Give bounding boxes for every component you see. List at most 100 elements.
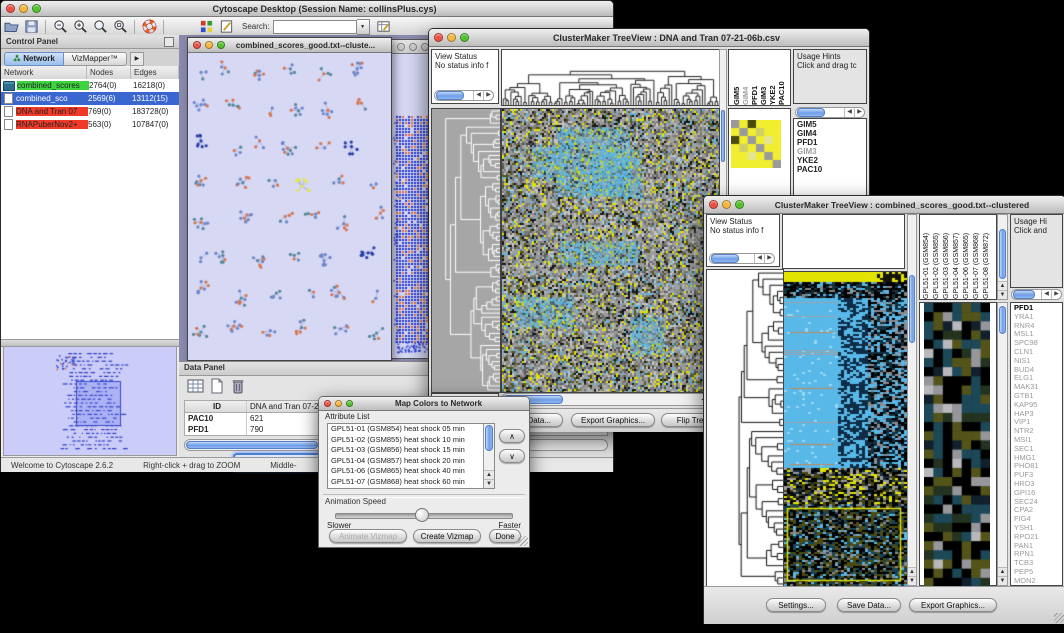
zoom-button[interactable] [32, 4, 41, 13]
treeview1-title-bar[interactable]: ClusterMaker TreeView : DNA and Tran 07-… [429, 29, 869, 47]
column-dendrogram-panel[interactable] [782, 214, 905, 269]
zoom-in-button[interactable] [70, 18, 90, 35]
column-label[interactable]: GPL51-06 (GSM865) [963, 215, 973, 299]
network-canvas[interactable] [188, 53, 389, 359]
float-panel-icon[interactable] [164, 37, 174, 47]
scroll-left-icon[interactable]: ◀ [473, 91, 483, 100]
gene-label[interactable]: GIM3 [797, 147, 866, 156]
column-label[interactable]: GIM5 [732, 50, 741, 105]
create-vizmap-button[interactable]: Create Vizmap [413, 529, 481, 543]
scroll-up-icon[interactable]: ▲ [998, 281, 1007, 290]
label-scrollbar[interactable]: ▲ ▼ [997, 214, 1008, 300]
column-header-id[interactable]: ID [185, 401, 247, 412]
network-window-title-bar[interactable]: combined_scores_good.txt--cluste... [188, 38, 391, 53]
scrollbar-thumb[interactable] [186, 441, 318, 449]
open-session-button[interactable] [1, 18, 21, 35]
attribute-item[interactable]: GPL51-04 (GSM857) heat shock 20 min [328, 456, 494, 467]
done-button[interactable]: Done [489, 529, 521, 543]
minimize-button[interactable] [409, 43, 417, 51]
save-session-button[interactable] [21, 18, 41, 35]
close-button[interactable] [709, 200, 718, 209]
network-table-row[interactable]: RNAPuberNov2+ 563(0) 107847(0) [1, 118, 179, 131]
gene-label[interactable]: MON2 [1014, 577, 1062, 586]
zoom-out-button[interactable] [50, 18, 70, 35]
help-icon[interactable] [139, 18, 159, 35]
network-table-row[interactable]: combined_scores 2764(0) 16218(0) [1, 79, 179, 92]
scrollbar-thumb[interactable] [797, 108, 825, 117]
scroll-right-icon[interactable]: ▶ [764, 254, 774, 263]
column-label[interactable]: GPL51-02 (GSM855) [933, 215, 943, 299]
zoom-button[interactable] [460, 33, 469, 42]
resize-grip[interactable] [1054, 613, 1064, 623]
scroll-up-icon[interactable]: ▲ [484, 470, 494, 479]
attribute-item[interactable]: GPL51-06 (GSM865) heat shock 40 min [328, 466, 494, 477]
treeview2-title-bar[interactable]: ClusterMaker TreeView : combined_scores_… [704, 196, 1064, 214]
column-label[interactable]: GIM3 [759, 50, 768, 105]
status-scrollbar[interactable]: ◀▶ [434, 90, 494, 101]
new-attribute-icon[interactable] [210, 378, 224, 399]
move-up-button[interactable]: ∧ [499, 429, 525, 443]
close-button[interactable] [397, 43, 405, 51]
hints-scrollbar[interactable]: ◀▶ [1011, 289, 1062, 300]
scrollbar-thumb[interactable] [999, 306, 1006, 334]
network-overview-canvas[interactable] [3, 346, 177, 456]
scroll-right-icon[interactable]: ▶ [1051, 290, 1061, 299]
minimize-button[interactable] [335, 400, 342, 407]
attribute-item[interactable]: GPL51-01 (GSM854) heat shock 05 min [328, 424, 494, 435]
column-label[interactable]: GPL51-04 (GSM857) [953, 215, 963, 299]
slider-thumb[interactable] [415, 508, 429, 522]
column-header-edges[interactable]: Edges [131, 66, 179, 79]
minimize-button[interactable] [19, 4, 28, 13]
minimize-button[interactable] [722, 200, 731, 209]
main-title-bar[interactable]: Cytoscape Desktop (Session Name: collins… [1, 1, 613, 17]
scroll-left-icon[interactable]: ◀ [754, 254, 764, 263]
attribute-item[interactable]: GPL51-07 (GSM868) heat shock 60 min [328, 477, 494, 488]
scrollbar-thumb[interactable] [909, 275, 915, 343]
scroll-down-icon[interactable]: ▼ [908, 576, 916, 585]
scroll-left-icon[interactable]: ◀ [844, 108, 854, 117]
column-header-network[interactable]: Network [1, 66, 87, 79]
close-button[interactable] [193, 41, 201, 49]
column-label[interactable]: PFD1 [750, 50, 759, 105]
scroll-down-icon[interactable]: ▼ [998, 290, 1007, 299]
correlation-matrix-canvas[interactable] [731, 120, 781, 168]
settings-button[interactable]: Settings... [766, 598, 826, 612]
attribute-item[interactable]: GPL51-03 (GSM856) heat shock 15 min [328, 445, 494, 456]
zoom-fit-button[interactable] [110, 18, 130, 35]
vizmapper-icon[interactable] [196, 18, 216, 35]
delete-attribute-icon[interactable] [231, 378, 245, 399]
heatmap-horizontal-scrollbar[interactable]: ◀ ▶ [501, 393, 718, 406]
scroll-right-icon[interactable]: ▶ [854, 108, 864, 117]
gene-label[interactable]: YKE2 [797, 156, 866, 165]
scroll-up-icon[interactable]: ▲ [998, 567, 1007, 576]
zoom-button[interactable] [346, 400, 353, 407]
gene-label[interactable]: PAC10 [797, 165, 866, 174]
list-scrollbar[interactable]: ▲ ▼ [483, 424, 494, 488]
scrollbar-thumb[interactable] [485, 425, 493, 451]
close-button[interactable] [434, 33, 443, 42]
column-label[interactable]: YKE2 [768, 50, 777, 105]
column-label[interactable]: GPL51-01 (GSM854) [923, 215, 933, 299]
close-button[interactable] [324, 400, 331, 407]
column-label[interactable]: GPL51-07 (GSM868) [973, 215, 983, 299]
network-table-row[interactable]: combined_sco 2569(6) 13112(15) [1, 92, 179, 105]
scrollbar-thumb[interactable] [721, 110, 725, 162]
annotation-icon[interactable] [216, 18, 236, 35]
hints-scrollbar[interactable]: ◀▶ [795, 107, 865, 118]
close-button[interactable] [6, 4, 15, 13]
scrollbar-thumb[interactable] [999, 229, 1006, 279]
export-graphics-button[interactable]: Export Graphics... [571, 413, 655, 427]
search-dropdown-icon[interactable]: ▼ [357, 19, 370, 35]
attribute-item[interactable]: GPL51-02 (GSM855) heat shock 10 min [328, 435, 494, 446]
zoom-button[interactable] [217, 41, 225, 49]
scroll-down-icon[interactable]: ▼ [998, 576, 1007, 585]
column-dendrogram-canvas[interactable] [501, 49, 720, 106]
heatmap-canvas[interactable] [501, 108, 720, 393]
scrollbar-thumb[interactable] [1013, 290, 1035, 299]
zoom-selected-button[interactable] [90, 18, 110, 35]
status-scrollbar[interactable]: ◀▶ [709, 253, 775, 264]
column-label[interactable]: GPL51-03 (GSM856) [943, 215, 953, 299]
dialog-title-bar[interactable]: Map Colors to Network [319, 397, 529, 411]
minimize-button[interactable] [205, 41, 213, 49]
save-data-button[interactable]: Save Data... [837, 598, 901, 612]
